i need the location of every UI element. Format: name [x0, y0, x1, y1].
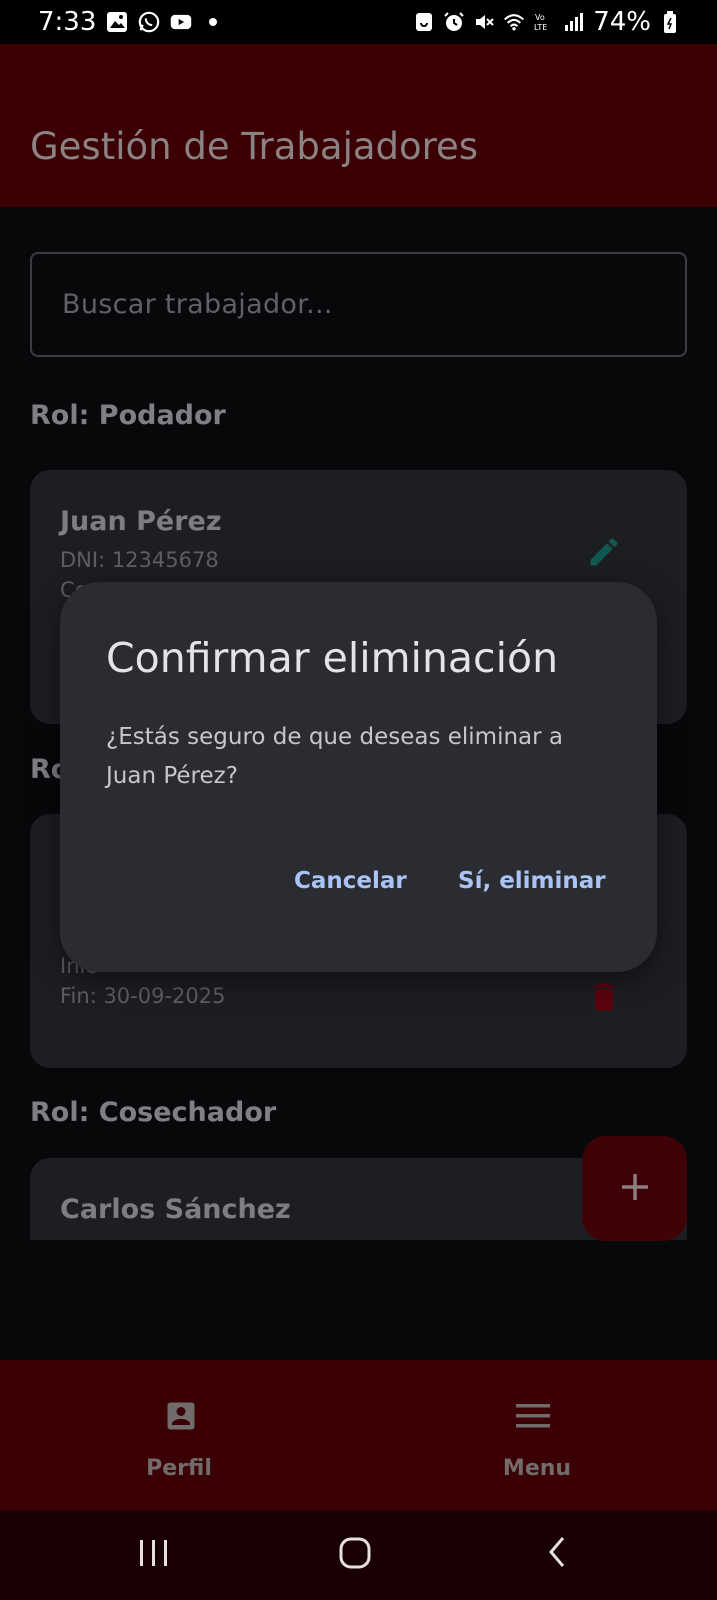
app-bar: Gestión de Trabajadores [0, 44, 717, 207]
svg-text:Vo: Vo [535, 13, 545, 22]
delete-icon[interactable] [586, 978, 622, 1020]
page-title: Gestión de Trabajadores [30, 125, 479, 168]
search-input[interactable]: Buscar trabajador... [30, 252, 687, 357]
role-heading-podador: Rol: Podador [30, 400, 226, 431]
status-left: 7:33 [38, 7, 224, 37]
whatsapp-icon [138, 11, 160, 33]
wifi-icon [503, 11, 525, 33]
back-icon[interactable] [545, 1532, 569, 1576]
battery-percent: 74% [593, 7, 651, 37]
profile-icon [163, 1398, 199, 1438]
plus-icon [618, 1170, 652, 1208]
worker-name: Carlos Sánchez [60, 1194, 291, 1225]
edit-icon[interactable] [586, 534, 622, 574]
signal-icon [563, 11, 585, 33]
volte-icon: Vo LTE [533, 11, 555, 33]
role-heading-cosechador: Rol: Cosechador [30, 1097, 277, 1128]
nav-item-menu[interactable]: Menu [358, 1360, 716, 1510]
add-worker-button[interactable] [582, 1136, 687, 1241]
mute-icon [473, 11, 495, 33]
dialog-message: ¿Estás seguro de que deseas eliminar a J… [106, 724, 564, 789]
system-nav [0, 1510, 717, 1600]
status-right: Vo LTE 74% [413, 7, 681, 37]
status-bar: 7:33 Vo LTE 74% [0, 0, 717, 44]
nav-label-perfil: Perfil [146, 1456, 212, 1481]
svg-text:LTE: LTE [534, 23, 547, 32]
lock-icon [413, 11, 435, 33]
confirm-delete-dialog: Confirmar eliminación ¿Estás seguro de q… [60, 582, 657, 972]
status-time: 7:33 [38, 7, 97, 37]
youtube-icon [170, 11, 192, 33]
worker-end-date: Fin: 30-09-2025 [60, 984, 226, 1008]
dot-icon [202, 11, 224, 33]
gallery-icon [106, 11, 128, 33]
confirm-delete-button[interactable]: Sí, eliminar [454, 862, 610, 900]
search-placeholder: Buscar trabajador... [62, 289, 333, 320]
home-icon[interactable] [338, 1532, 372, 1576]
dialog-title: Confirmar eliminación [106, 634, 559, 682]
list-clip-area [0, 1240, 717, 1360]
cancel-button[interactable]: Cancelar [290, 862, 411, 900]
alarm-icon [443, 11, 465, 33]
nav-label-menu: Menu [502, 1456, 572, 1481]
bottom-nav: Perfil Menu [0, 1360, 717, 1510]
worker-name: Juan Pérez [60, 506, 222, 537]
recents-icon[interactable] [138, 1532, 170, 1576]
menu-icon [514, 1398, 552, 1438]
nav-item-perfil[interactable]: Perfil [0, 1360, 358, 1510]
battery-icon [659, 11, 681, 33]
worker-dni: DNI: 12345678 [60, 548, 219, 572]
